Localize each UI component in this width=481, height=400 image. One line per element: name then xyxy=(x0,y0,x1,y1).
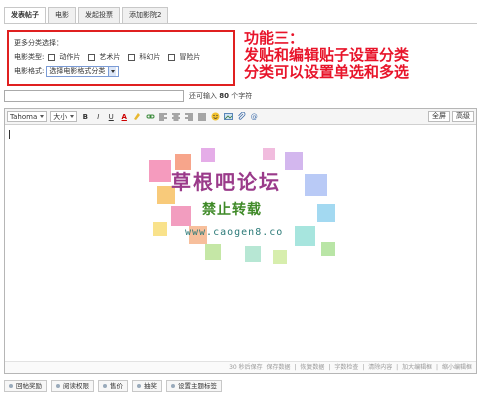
annotation-line-2: 发贴和编辑贴子设置分类 xyxy=(244,46,410,64)
align-left-icon[interactable] xyxy=(158,112,168,122)
char-counter: 还可输入 80 个字符 xyxy=(189,91,252,101)
status-separator: | xyxy=(436,364,439,371)
action-checkbox[interactable] xyxy=(48,53,56,61)
char-counter-suffix: 个字符 xyxy=(231,92,253,100)
status-separator: | xyxy=(328,364,331,371)
lottery-label: 抽奖 xyxy=(144,382,157,390)
tab-divider xyxy=(4,23,477,24)
movie-format-value: 选择电影格式分类 xyxy=(49,67,106,75)
movie-type-row: 电影类型: 动作片 艺术片 科幻片 冒险片 xyxy=(14,50,228,64)
adventure-label: 冒险片 xyxy=(179,53,201,61)
image-icon[interactable] xyxy=(223,112,233,122)
watermark-title: 草根吧论坛 xyxy=(171,170,281,194)
watermark-url: www.caogen8.co xyxy=(185,227,284,238)
smiley-icon[interactable] xyxy=(210,112,220,122)
category-panel: 更多分类选择： 电影类型: 动作片 艺术片 科幻片 冒险片 电影格式: 选择电影… xyxy=(7,30,235,86)
chevron-down-icon xyxy=(108,66,117,76)
watermark-notice: 禁止转载 xyxy=(202,202,262,218)
char-counter-prefix: 还可输入 xyxy=(189,92,217,100)
underline-button[interactable]: U xyxy=(106,112,116,122)
advanced-button[interactable]: 高级 xyxy=(452,111,474,122)
art-label: 艺术片 xyxy=(99,53,121,61)
link-icon[interactable] xyxy=(145,112,155,122)
annotation-line-1: 功能三： xyxy=(244,29,305,47)
font-size-value: 大小 xyxy=(53,112,68,121)
option-action: 动作片 xyxy=(44,50,80,64)
editor-status-bar: 30 秒后保存 保存数据 | 恢复数据 | 字数检查 | 清除内容 | 加大编辑… xyxy=(5,361,476,373)
chevron-down-icon xyxy=(40,115,45,118)
font-color-button[interactable]: A xyxy=(119,112,129,122)
option-scifi: 科幻片 xyxy=(124,50,160,64)
topic-tags-button[interactable]: 设置主题标签 xyxy=(166,380,222,392)
option-adventure: 冒险片 xyxy=(164,50,200,64)
italic-button[interactable]: I xyxy=(93,112,103,122)
tab-add-cinema[interactable]: 添加影院2 xyxy=(122,7,169,23)
tab-movie[interactable]: 电影 xyxy=(48,7,76,23)
post-tabs: 发表帖子 电影 发起投票 添加影院2 xyxy=(4,7,170,24)
restore-data-link[interactable]: 恢复数据 xyxy=(300,364,324,371)
option-art: 艺术片 xyxy=(84,50,120,64)
movie-type-label: 电影类型: xyxy=(14,53,45,61)
editor-toolbar: Tahoma 大小 B I U A @ 全屏 高级 xyxy=(5,109,476,125)
align-right-icon[interactable] xyxy=(184,112,194,122)
price-button[interactable]: 售价 xyxy=(98,380,128,392)
bullet-icon xyxy=(171,384,175,388)
movie-format-select[interactable]: 选择电影格式分类 xyxy=(46,65,120,77)
price-label: 售价 xyxy=(110,382,123,390)
font-family-select[interactable]: Tahoma xyxy=(7,111,48,122)
read-permission-label: 阅读权限 xyxy=(63,382,89,390)
tab-new-post[interactable]: 发表帖子 xyxy=(4,7,46,24)
save-data-link[interactable]: 保存数据 xyxy=(267,364,291,371)
highlight-icon[interactable] xyxy=(132,112,142,122)
scifi-checkbox[interactable] xyxy=(128,53,136,61)
status-separator: | xyxy=(396,364,399,371)
align-center-icon[interactable] xyxy=(171,112,181,122)
feature-annotation: 功能三： 发贴和编辑贴子设置分类 分类可以设置单选和多选 xyxy=(244,30,409,81)
list-icon[interactable] xyxy=(197,112,207,122)
attachment-icon[interactable] xyxy=(236,112,246,122)
category-heading: 更多分类选择： xyxy=(14,39,63,47)
read-permission-button[interactable]: 阅读权限 xyxy=(51,380,94,392)
scifi-label: 科幻片 xyxy=(139,53,161,61)
annotation-line-3: 分类可以设置单选和多选 xyxy=(244,63,410,81)
bullet-icon xyxy=(137,384,141,388)
rich-text-editor: Tahoma 大小 B I U A @ 全屏 高级 草根吧论坛 禁止转载 www… xyxy=(4,108,477,374)
toolbar-right: 全屏 高级 xyxy=(426,111,474,122)
movie-format-label: 电影格式: xyxy=(14,67,45,75)
bullet-icon xyxy=(56,384,60,388)
action-label: 动作片 xyxy=(59,53,81,61)
clear-content-link[interactable]: 清除内容 xyxy=(368,364,392,371)
chevron-down-icon xyxy=(70,115,75,118)
font-family-value: Tahoma xyxy=(10,112,38,121)
adventure-checkbox[interactable] xyxy=(168,53,176,61)
subject-input[interactable] xyxy=(4,90,184,102)
autosave-countdown: 30 秒后保存 xyxy=(229,364,263,371)
enlarge-editor-link[interactable]: 加大编辑框 xyxy=(402,364,432,371)
text-caret xyxy=(9,130,10,139)
bullet-icon xyxy=(103,384,107,388)
art-checkbox[interactable] xyxy=(88,53,96,61)
topic-tags-label: 设置主题标签 xyxy=(178,382,217,390)
status-separator: | xyxy=(294,364,297,371)
word-count-link[interactable]: 字数检查 xyxy=(334,364,358,371)
reply-reward-button[interactable]: 回帖奖励 xyxy=(4,380,47,392)
post-options-row: 回帖奖励 阅读权限 售价 抽奖 设置主题标签 xyxy=(4,380,226,392)
char-counter-count: 80 xyxy=(219,92,229,100)
font-size-select[interactable]: 大小 xyxy=(50,111,78,122)
movie-format-row: 电影格式: 选择电影格式分类 xyxy=(14,64,228,78)
tab-poll[interactable]: 发起投票 xyxy=(78,7,120,23)
status-separator: | xyxy=(362,364,365,371)
bold-button[interactable]: B xyxy=(80,112,90,122)
shrink-editor-link[interactable]: 缩小编辑框 xyxy=(442,364,472,371)
lottery-button[interactable]: 抽奖 xyxy=(132,380,162,392)
fullscreen-button[interactable]: 全屏 xyxy=(428,111,450,122)
reply-reward-label: 回帖奖励 xyxy=(16,382,42,390)
at-mention-icon[interactable]: @ xyxy=(249,112,259,122)
bullet-icon xyxy=(9,384,13,388)
